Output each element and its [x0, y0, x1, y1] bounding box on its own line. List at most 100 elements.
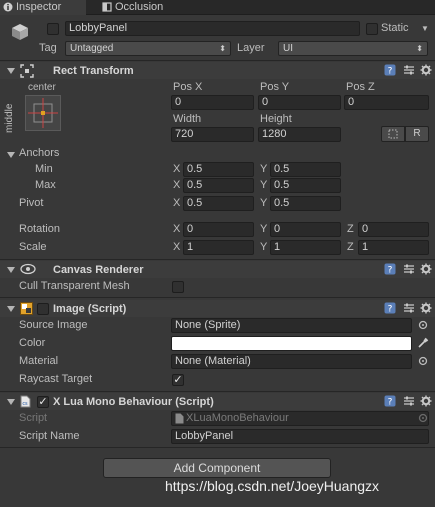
xlua-title: X Lua Mono Behaviour (Script) [53, 396, 214, 408]
scale-z-field[interactable]: 1 [358, 240, 429, 255]
scale-x-field[interactable]: 1 [183, 240, 254, 255]
rotation-label: Rotation [19, 223, 60, 235]
pivot-label: Pivot [19, 197, 44, 209]
rotation-z-field[interactable]: 0 [358, 222, 429, 237]
foldout-arrow-icon[interactable] [7, 306, 15, 312]
anchor-max-y-field[interactable]: 0.5 [270, 178, 341, 193]
preset-sliders-icon[interactable] [403, 64, 415, 76]
active-checkbox[interactable] [47, 23, 59, 35]
static-dropdown-icon[interactable]: ▼ [421, 22, 429, 35]
axis-y-label: Y [260, 163, 268, 175]
anchor-max-label: Max [35, 179, 56, 191]
anchor-preset-horizontal-label: center [28, 82, 56, 93]
posz-field[interactable]: 0 [344, 95, 429, 110]
preset-sliders-icon[interactable] [403, 395, 415, 407]
posx-field[interactable]: 0 [171, 95, 254, 110]
anchors-label: Anchors [19, 147, 60, 159]
object-name-field[interactable]: LobbyPanel [65, 21, 360, 36]
cull-transparent-mesh-checkbox[interactable] [172, 281, 184, 293]
help-icon[interactable]: ? [384, 64, 396, 76]
source-image-label: Source Image [19, 319, 88, 331]
height-field[interactable]: 1280 [258, 127, 341, 142]
anchor-preset-button[interactable] [25, 95, 61, 131]
tab-inspector[interactable]: Inspector [0, 0, 86, 15]
divider [0, 259, 435, 260]
posy-header: Pos Y [260, 81, 290, 93]
raycast-target-label: Raycast Target [19, 373, 93, 385]
anchors-foldout-icon[interactable] [7, 152, 15, 158]
occlusion-icon [102, 2, 112, 12]
blueprint-icon [388, 129, 398, 139]
posy-field[interactable]: 0 [258, 95, 341, 110]
script-name-label: Script Name [19, 430, 80, 442]
script-field: XLuaMonoBehaviour [171, 411, 429, 426]
tab-inspector-label: Inspector [16, 1, 62, 13]
scale-label: Scale [19, 241, 47, 253]
tag-label: Tag [39, 42, 57, 54]
gear-icon[interactable] [420, 395, 432, 407]
tab-occlusion-label: Occlusion [115, 1, 164, 13]
layer-dropdown[interactable]: UI ⬍ [278, 41, 428, 56]
axis-x-label: X [173, 197, 181, 209]
anchor-min-x-field[interactable]: 0.5 [183, 162, 254, 177]
divider [0, 60, 435, 61]
anchor-min-label: Min [35, 163, 53, 175]
tag-dropdown[interactable]: Untagged ⬍ [65, 41, 231, 56]
width-field[interactable]: 720 [171, 127, 254, 142]
foldout-arrow-icon[interactable] [7, 267, 15, 273]
blueprint-mode-button[interactable] [381, 126, 405, 142]
color-swatch[interactable] [171, 336, 412, 351]
anchor-preset-vertical-label: middle [4, 103, 15, 133]
help-icon[interactable]: ? [384, 302, 396, 314]
source-image-field[interactable]: None (Sprite) [171, 318, 412, 333]
static-checkbox[interactable] [366, 23, 378, 35]
script-file-icon [175, 413, 184, 424]
axis-y-label: Y [260, 223, 268, 235]
color-label: Color [19, 337, 46, 349]
axis-x-label: X [173, 223, 181, 235]
material-field[interactable]: None (Material) [171, 354, 412, 369]
tab-bar: Inspector Occlusion [0, 0, 435, 15]
eye-icon [20, 263, 36, 275]
object-picker-icon[interactable] [418, 320, 428, 330]
object-picker-icon[interactable] [418, 356, 428, 366]
svg-text:?: ? [388, 266, 393, 276]
scale-y-field[interactable]: 1 [270, 240, 341, 255]
rotation-x-field[interactable]: 0 [183, 222, 254, 237]
info-icon [3, 2, 13, 12]
help-icon[interactable]: ? [384, 263, 396, 275]
preset-sliders-icon[interactable] [403, 302, 415, 314]
rect-transform-title: Rect Transform [53, 65, 134, 77]
pivot-y-field[interactable]: 0.5 [270, 196, 341, 211]
rotation-y-field[interactable]: 0 [270, 222, 341, 237]
chevron-down-icon: ⬍ [219, 44, 226, 53]
script-name-field[interactable]: LobbyPanel [171, 429, 429, 444]
anchor-min-y-field[interactable]: 0.5 [270, 162, 341, 177]
svg-text:?: ? [388, 398, 393, 408]
eyedropper-icon[interactable] [417, 337, 429, 349]
preset-sliders-icon[interactable] [403, 263, 415, 275]
anchor-preset-icon [28, 98, 58, 128]
foldout-arrow-icon[interactable] [7, 68, 15, 74]
raw-edit-button[interactable]: R [405, 126, 429, 142]
help-icon[interactable]: ? [384, 395, 396, 407]
tab-occlusion[interactable]: Occlusion [99, 0, 179, 15]
raycast-target-checkbox[interactable]: ✓ [172, 374, 184, 386]
layer-label: Layer [237, 42, 265, 54]
pivot-x-field[interactable]: 0.5 [183, 196, 254, 211]
layer-value: UI [283, 43, 293, 54]
gear-icon[interactable] [420, 64, 432, 76]
axis-x-label: X [173, 163, 181, 175]
axis-y-label: Y [260, 197, 268, 209]
anchor-max-x-field[interactable]: 0.5 [183, 178, 254, 193]
svg-text:cs: cs [22, 401, 28, 407]
gear-icon[interactable] [420, 263, 432, 275]
axis-y-label: Y [260, 179, 268, 191]
add-component-button[interactable]: Add Component [103, 458, 331, 478]
xlua-enabled-checkbox[interactable]: ✓ [37, 396, 49, 408]
image-enabled-checkbox[interactable] [37, 303, 49, 315]
gear-icon[interactable] [420, 302, 432, 314]
svg-text:?: ? [388, 67, 393, 77]
posx-header: Pos X [173, 81, 203, 93]
foldout-arrow-icon[interactable] [7, 399, 15, 405]
